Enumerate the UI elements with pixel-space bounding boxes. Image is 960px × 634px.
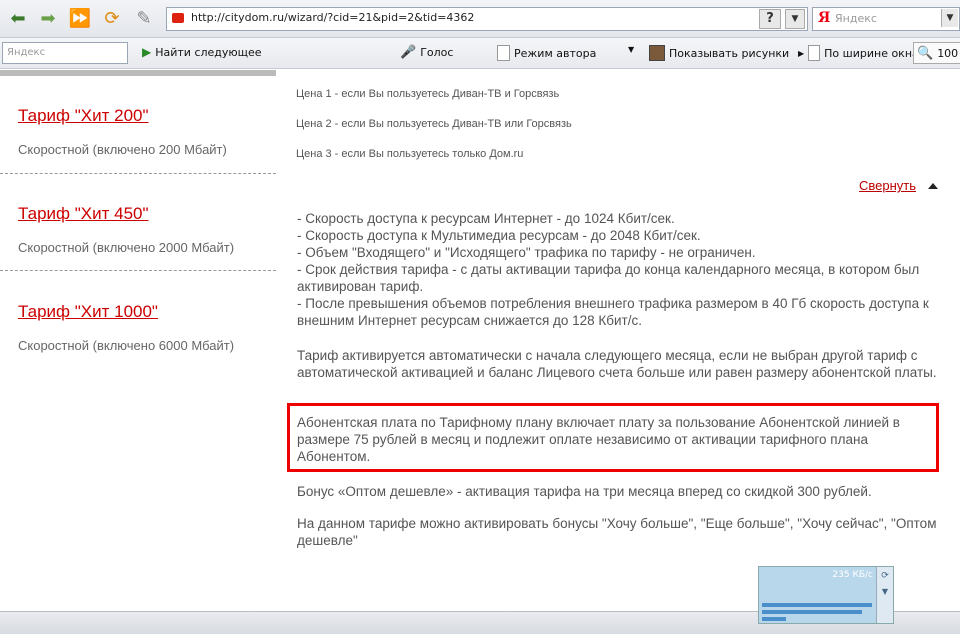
magnifier-icon: 🔍 (917, 45, 934, 61)
collapse-link[interactable]: Свернуть (859, 178, 916, 193)
pen-icon[interactable]: ✎ (132, 7, 156, 29)
voice-label: Голос (420, 46, 454, 59)
picture-icon (649, 45, 665, 61)
highlight-box (287, 403, 939, 472)
traffic-bar (762, 610, 862, 614)
site-icon (172, 13, 184, 23)
microphone-icon: 🎤 (400, 45, 417, 60)
bonus-paragraph: Бонус «Оптом дешевле» - активация тарифа… (297, 484, 872, 499)
refresh-icon[interactable]: ⟳ (877, 571, 893, 581)
author-mode-dropdown-icon[interactable]: ▼ (628, 45, 634, 54)
traffic-widget[interactable]: 235 КБ/с ⟳ ▼ (758, 566, 894, 624)
tariff-desc-hit-200: Скоростной (включено 200 Мбайт) (18, 142, 227, 157)
traffic-bar (762, 617, 786, 621)
tariff-desc-hit-450: Скоростной (включено 2000 Мбайт) (18, 240, 235, 255)
feature-item: - Срок действия тарифа - с даты активаци… (297, 262, 920, 294)
back-icon[interactable]: ⬅ (6, 7, 30, 29)
navigation-toolbar: ⬅ ➡ ⏩ ⟳ ✎ http://citydom.ru/wizard/?cid=… (0, 0, 960, 38)
yandex-find-placeholder: Яндекс (7, 47, 46, 58)
zoom-button[interactable]: 🔍 100 (913, 42, 960, 64)
feature-item: - Скорость доступа к Мультимедиа ресурса… (297, 228, 701, 243)
widget-controls[interactable]: ⟳ ▼ (876, 567, 893, 623)
top-divider (0, 70, 276, 76)
feature-item: - После превышения объемов потребления в… (297, 296, 929, 328)
chevron-down-icon[interactable]: ▼ (877, 587, 893, 596)
play-icon: ▶ (142, 45, 152, 59)
tariff-link-hit-1000[interactable]: Тариф "Хит 1000" (18, 302, 158, 322)
feature-item: - Скорость доступа к ресурсам Интернет -… (297, 211, 675, 226)
fit-width-button[interactable]: ▶ По ширине окна (798, 45, 919, 61)
page-icon (808, 45, 821, 61)
price-note-3: Цена 3 - если Вы пользуетесь только Дом.… (296, 148, 524, 160)
zoom-label: 100 (937, 46, 959, 60)
arrow-right-icon: ▶ (798, 48, 805, 58)
address-dropdown-icon[interactable]: ▼ (785, 9, 805, 29)
traffic-bar (762, 603, 872, 607)
url-text[interactable]: http://citydom.ru/wizard/?cid=21&pid=2&t… (191, 11, 474, 24)
price-note-2: Цена 2 - если Вы пользуетесь Диван-ТВ ил… (296, 118, 572, 130)
help-button[interactable]: ? (759, 9, 781, 29)
fast-forward-icon[interactable]: ⏩ (68, 7, 92, 29)
find-toolbar: Яндекс ▶ Найти следующее 🎤 Голос Режим а… (0, 38, 960, 69)
yandex-search-placeholder[interactable]: Яндекс (835, 12, 877, 25)
collapse-arrow-icon[interactable] (928, 183, 938, 189)
feature-item: - Объем "Входящего" и "Исходящего" трафи… (297, 245, 756, 260)
traffic-rate: 235 КБ/с (832, 570, 873, 580)
tariff-list: Тариф "Хит 200" Скоростной (включено 200… (0, 70, 276, 610)
tariff-desc-hit-1000: Скоростной (включено 6000 Мбайт) (18, 338, 235, 353)
fit-width-label: По ширине окна (824, 46, 919, 60)
bonuses-paragraph: На данном тарифе можно активировать бону… (297, 516, 937, 548)
yandex-logo: Я (818, 10, 831, 26)
document-icon (497, 45, 510, 61)
voice-button[interactable]: 🎤 Голос (400, 45, 453, 60)
reload-icon[interactable]: ⟳ (100, 7, 124, 29)
address-bar[interactable]: http://citydom.ru/wizard/?cid=21&pid=2&t… (166, 7, 808, 31)
search-dropdown-icon[interactable]: ▼ (941, 9, 958, 27)
forward-icon[interactable]: ➡ (36, 7, 60, 29)
find-next-button[interactable]: ▶ Найти следующее (142, 45, 262, 59)
activation-paragraph: Тариф активируется автоматически с начал… (297, 348, 937, 380)
price-note-1: Цена 1 - если Вы пользуетесь Диван-ТВ и … (296, 88, 560, 100)
show-images-label: Показывать рисунки (669, 46, 790, 60)
tariff-link-hit-200[interactable]: Тариф "Хит 200" (18, 106, 149, 126)
yandex-find-input[interactable]: Яндекс (2, 42, 128, 64)
author-mode-button[interactable]: Режим автора (497, 45, 596, 61)
divider (0, 173, 276, 174)
author-mode-label: Режим автора (514, 46, 597, 60)
feature-list: - Скорость доступа к ресурсам Интернет -… (297, 210, 945, 329)
tariff-link-hit-450[interactable]: Тариф "Хит 450" (18, 204, 149, 224)
find-next-label: Найти следующее (155, 45, 262, 59)
yandex-search-box[interactable]: Я Яндекс ▼ (812, 7, 960, 31)
show-images-button[interactable]: Показывать рисунки (649, 45, 789, 61)
divider (0, 270, 276, 271)
